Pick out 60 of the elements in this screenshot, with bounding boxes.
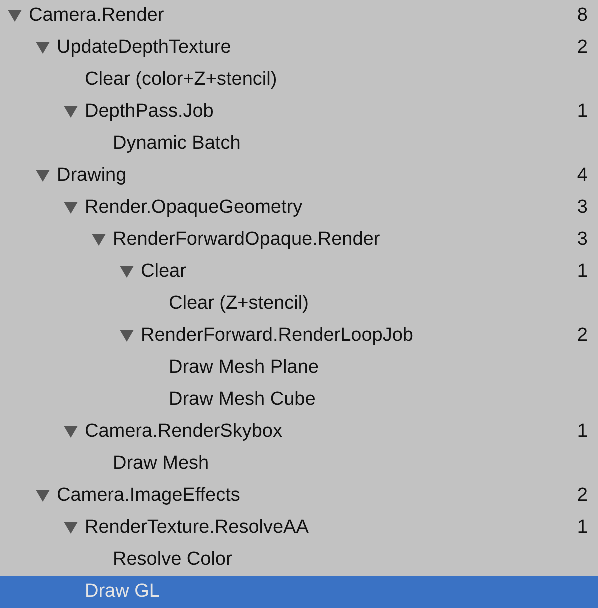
expanded-triangle-icon[interactable] <box>92 233 106 247</box>
call-count: 1 <box>577 420 588 444</box>
tree-row[interactable]: Clear 1 <box>0 256 598 288</box>
expanded-triangle-icon[interactable] <box>120 329 134 343</box>
tree-row[interactable]: Resolve Color <box>0 544 598 576</box>
tree-row[interactable]: Camera.RenderSkybox 1 <box>0 416 598 448</box>
call-count: 2 <box>577 36 588 60</box>
call-count: 3 <box>577 196 588 220</box>
tree-row[interactable]: DepthPass.Job 1 <box>0 96 598 128</box>
tree-row[interactable]: Camera.Render 8 <box>0 0 598 32</box>
call-count: 2 <box>577 484 588 508</box>
item-label: Render.OpaqueGeometry <box>85 196 304 220</box>
item-label: Camera.ImageEffects <box>57 484 242 508</box>
expanded-triangle-icon[interactable] <box>64 201 78 215</box>
tree-row[interactable]: UpdateDepthTexture 2 <box>0 32 598 64</box>
call-count: 3 <box>577 228 588 252</box>
tree-row[interactable]: Draw GL <box>0 576 598 608</box>
tree-row[interactable]: RenderForward.RenderLoopJob 2 <box>0 320 598 352</box>
expanded-triangle-icon[interactable] <box>36 489 50 503</box>
call-count: 2 <box>577 324 588 348</box>
item-label: RenderForward.RenderLoopJob <box>141 324 414 348</box>
tree-row[interactable]: Clear (Z+stencil) <box>0 288 598 320</box>
item-label: Draw Mesh Cube <box>169 388 317 412</box>
item-label: Draw Mesh <box>113 452 210 476</box>
item-label: Clear <box>141 260 188 284</box>
item-label: Camera.Render <box>29 4 166 28</box>
call-count: 1 <box>577 100 588 124</box>
item-label: Drawing <box>57 164 128 188</box>
expanded-triangle-icon[interactable] <box>120 265 134 279</box>
item-label: RenderForwardOpaque.Render <box>113 228 382 252</box>
expanded-triangle-icon[interactable] <box>64 425 78 439</box>
item-label: Resolve Color <box>113 548 234 572</box>
tree-row[interactable]: RenderTexture.ResolveAA 1 <box>0 512 598 544</box>
tree-row[interactable]: Dynamic Batch <box>0 128 598 160</box>
tree-row[interactable]: Draw Mesh <box>0 448 598 480</box>
item-label: Clear (color+Z+stencil) <box>85 68 278 92</box>
call-count: 8 <box>577 4 588 28</box>
item-label: Camera.RenderSkybox <box>85 420 284 444</box>
tree-row[interactable]: Render.OpaqueGeometry 3 <box>0 192 598 224</box>
expanded-triangle-icon[interactable] <box>36 41 50 55</box>
item-label: Dynamic Batch <box>113 132 242 156</box>
expanded-triangle-icon[interactable] <box>8 9 22 23</box>
item-label: DepthPass.Job <box>85 100 215 124</box>
item-label: UpdateDepthTexture <box>57 36 232 60</box>
item-label: RenderTexture.ResolveAA <box>85 516 310 540</box>
tree-row[interactable]: Draw Mesh Plane <box>0 352 598 384</box>
tree-row[interactable]: Camera.ImageEffects 2 <box>0 480 598 512</box>
tree-row[interactable]: Draw Mesh Cube <box>0 384 598 416</box>
item-label: Clear (Z+stencil) <box>169 292 310 316</box>
expanded-triangle-icon[interactable] <box>64 105 78 119</box>
tree-row[interactable]: Drawing 4 <box>0 160 598 192</box>
call-count: 1 <box>577 516 588 540</box>
expanded-triangle-icon[interactable] <box>36 169 50 183</box>
call-count: 1 <box>577 260 588 284</box>
item-label: Draw Mesh Plane <box>169 356 320 380</box>
item-label: Draw GL <box>85 580 161 604</box>
tree-row[interactable]: Clear (color+Z+stencil) <box>0 64 598 96</box>
expanded-triangle-icon[interactable] <box>64 521 78 535</box>
tree-row[interactable]: RenderForwardOpaque.Render 3 <box>0 224 598 256</box>
call-count: 4 <box>577 164 588 188</box>
